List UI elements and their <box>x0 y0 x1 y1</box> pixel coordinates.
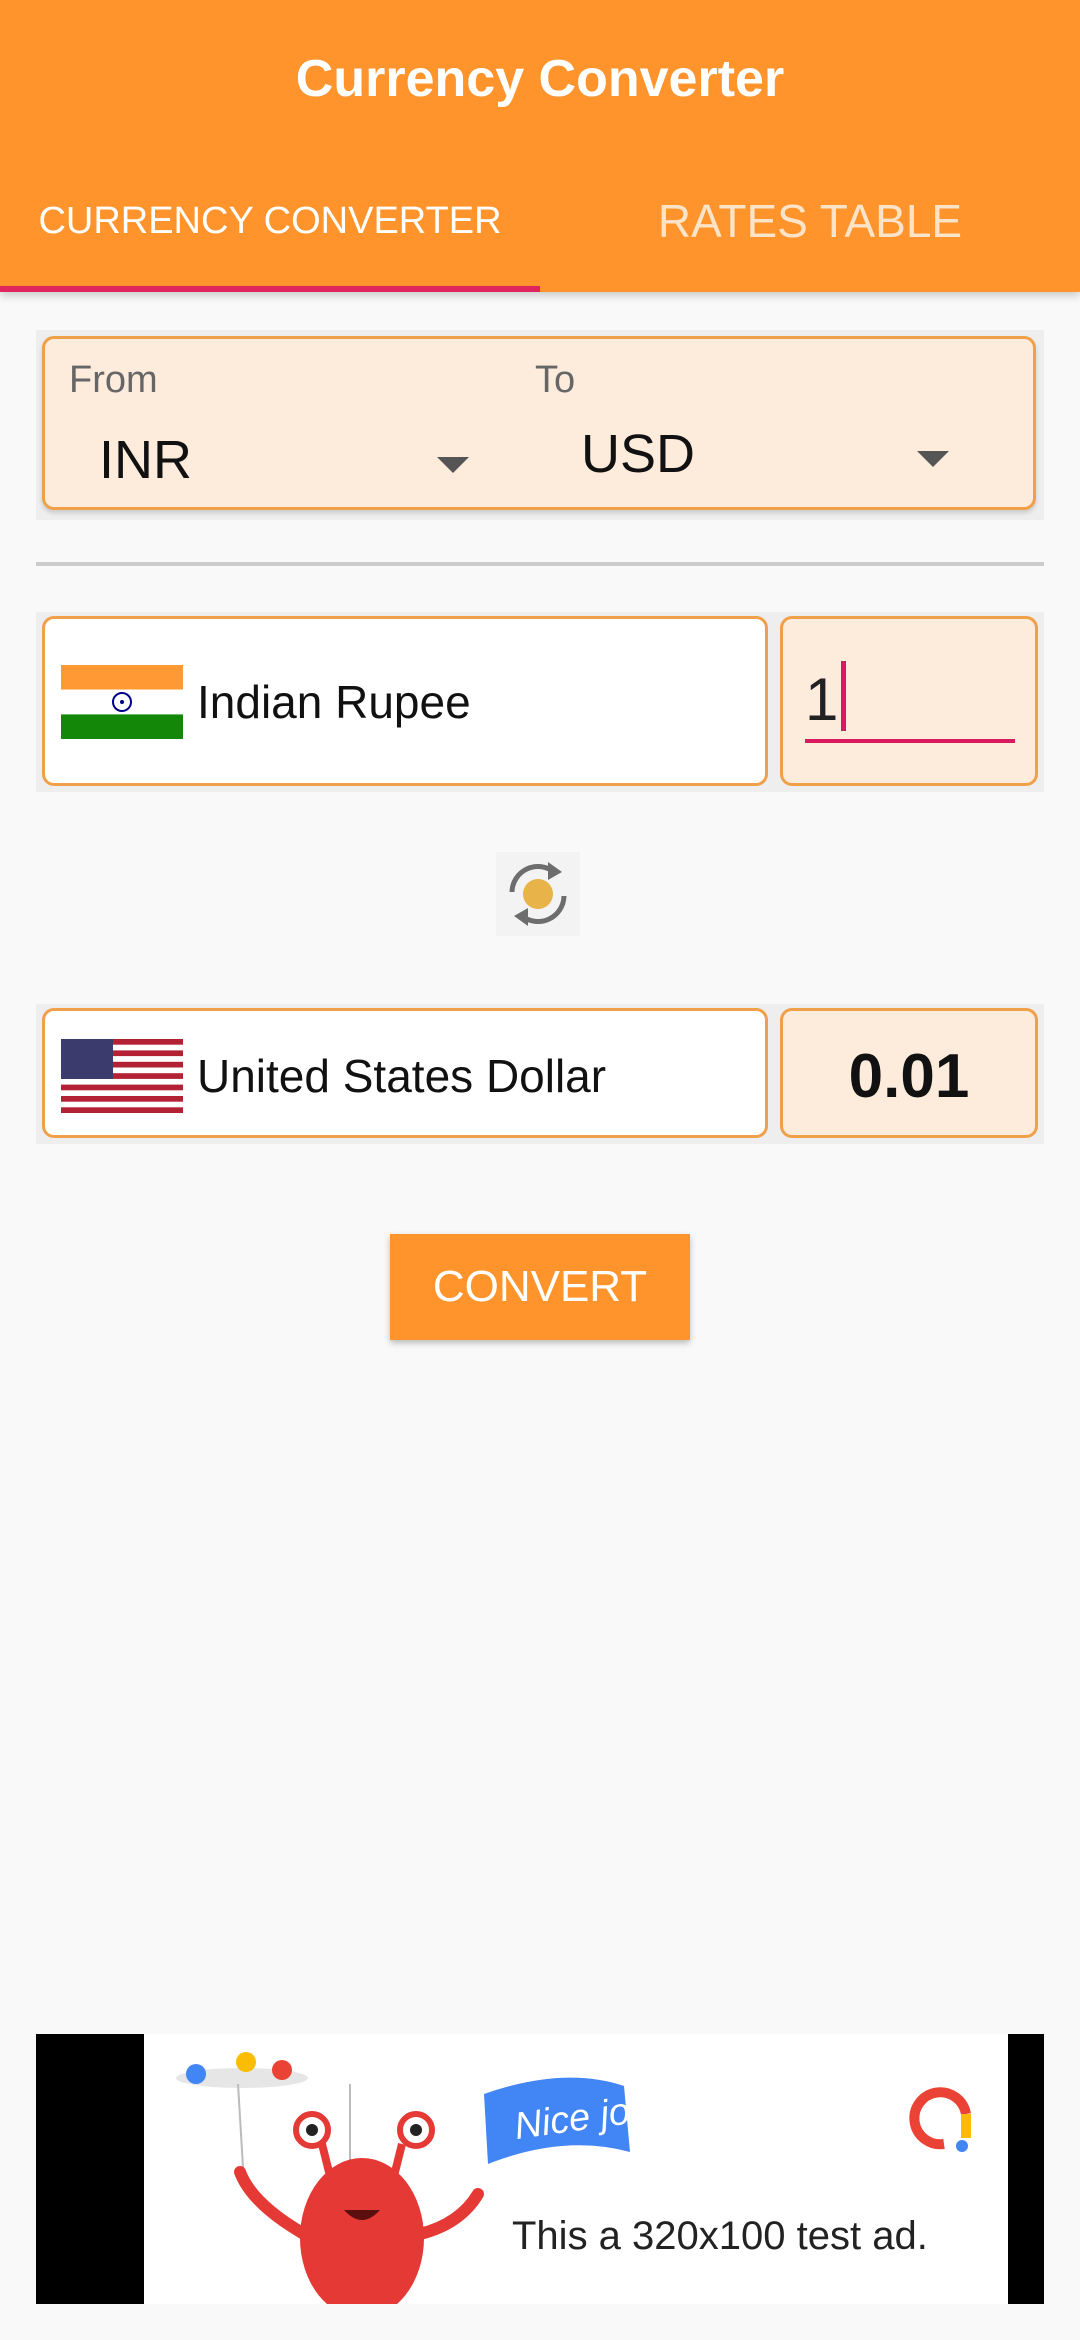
source-currency-card[interactable]: Indian Rupee <box>42 616 768 786</box>
amount-input[interactable] <box>805 659 1015 743</box>
app-title: Currency Converter <box>295 50 785 108</box>
chevron-down-icon[interactable] <box>437 457 469 473</box>
currency-pair-card: From To INR USD <box>42 336 1036 510</box>
ad-text: This a 320x100 test ad. <box>512 2214 928 2258</box>
app-bar: Currency Converter CURRENCY CONVERTER RA… <box>0 0 1080 292</box>
to-label: To <box>535 359 576 401</box>
target-currency-card[interactable]: United States Dollar <box>42 1008 768 1138</box>
usa-flag-icon <box>61 1039 183 1113</box>
chevron-down-icon[interactable] <box>917 451 949 467</box>
to-currency-select[interactable]: USD <box>581 423 695 485</box>
test-ad-banner[interactable]: Nice job! This a 320x100 test ad. <box>144 2034 1008 2304</box>
tab-currency-converter[interactable]: CURRENCY CONVERTER <box>0 186 540 256</box>
active-tab-indicator <box>0 286 540 292</box>
divider <box>36 562 1044 566</box>
refresh-swap-icon <box>509 862 567 926</box>
conversion-result: 0.01 <box>848 1042 970 1111</box>
amount-field-box[interactable] <box>780 616 1038 786</box>
result-box: 0.01 <box>780 1008 1038 1138</box>
ad-mascot-illustration <box>176 2052 971 2304</box>
from-currency-select[interactable]: INR <box>99 429 192 491</box>
text-cursor <box>841 661 846 731</box>
swap-button[interactable] <box>496 852 580 936</box>
source-currency-name: Indian Rupee <box>197 676 471 728</box>
india-flag-icon <box>61 665 183 739</box>
from-label: From <box>69 359 158 401</box>
target-currency-name: United States Dollar <box>197 1050 607 1102</box>
tab-rates-table[interactable]: RATES TABLE <box>540 186 1080 256</box>
convert-button[interactable]: CONVERT <box>390 1234 690 1340</box>
